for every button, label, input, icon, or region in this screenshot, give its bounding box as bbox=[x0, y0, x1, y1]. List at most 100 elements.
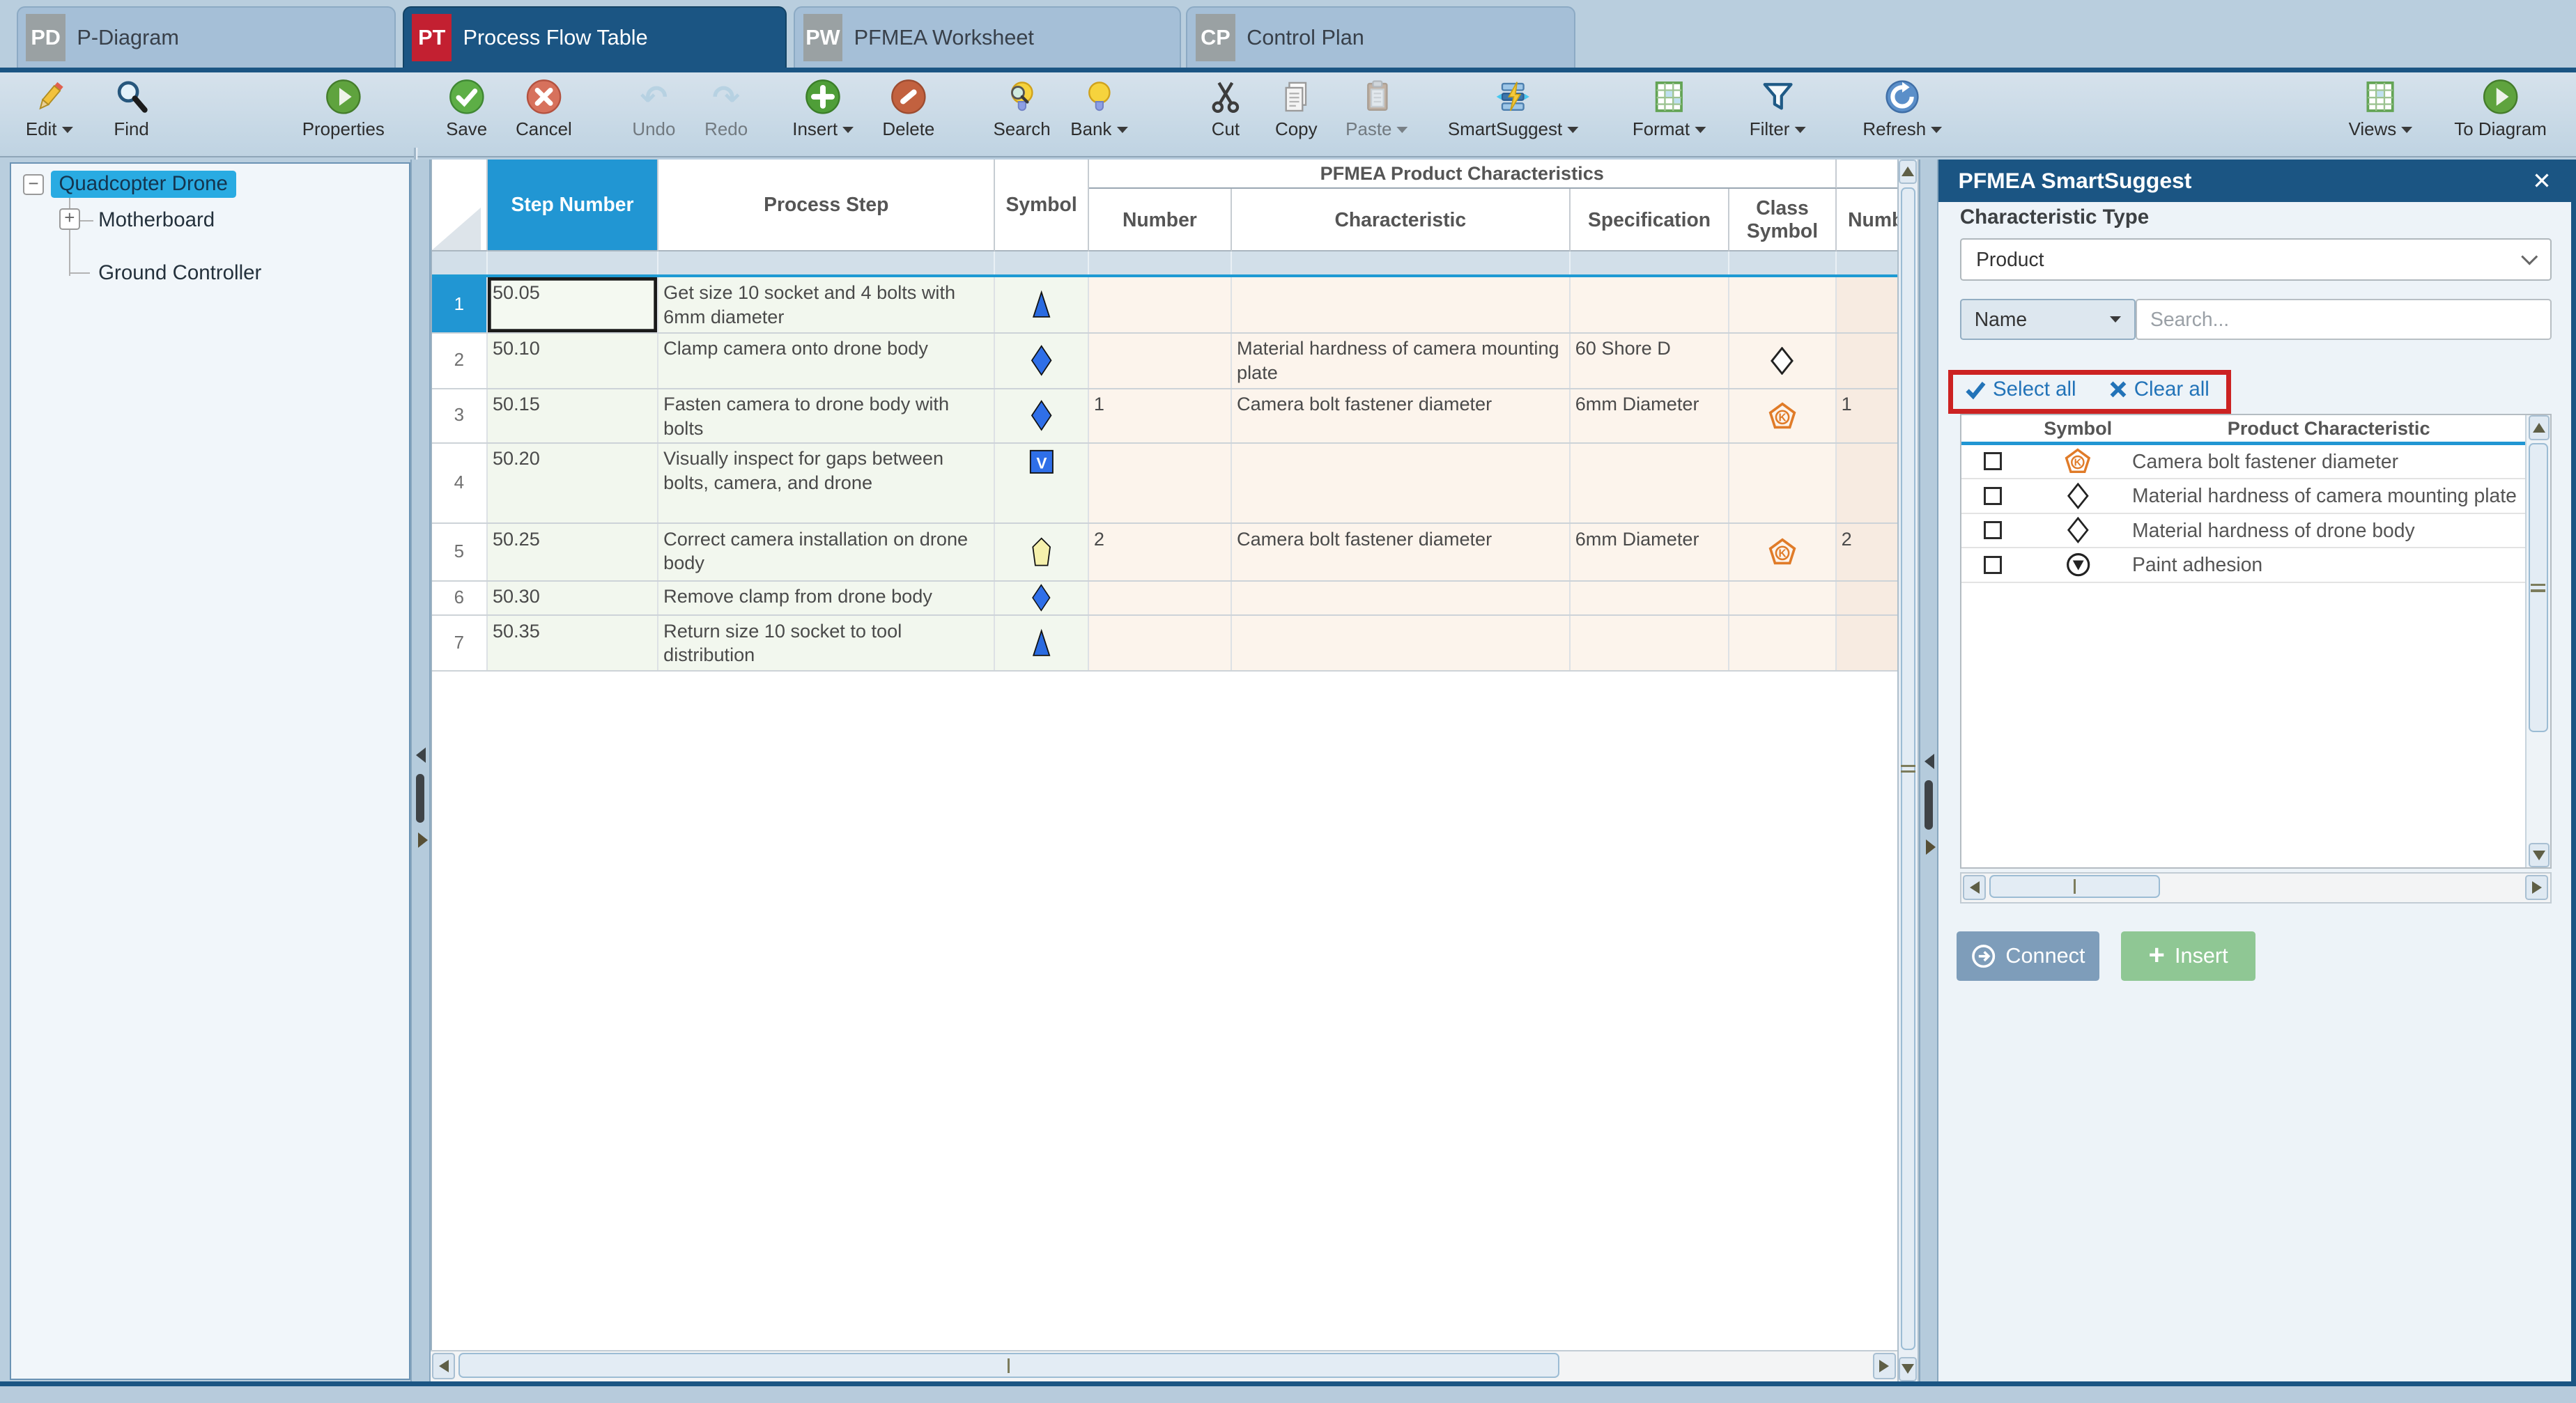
tab-p-diagram[interactable]: PD P-Diagram bbox=[17, 6, 396, 67]
cell-step-number[interactable]: 50.15 bbox=[488, 389, 658, 442]
tree-item-motherboard[interactable]: Motherboard bbox=[90, 207, 223, 234]
column-header-process-step[interactable]: Process Step bbox=[658, 160, 995, 251]
left-splitter[interactable] bbox=[410, 160, 430, 1381]
column-header-symbol[interactable]: Symbol bbox=[995, 160, 1088, 251]
splitter-drag-handle[interactable] bbox=[1925, 780, 1933, 830]
row-number[interactable]: 2 bbox=[432, 334, 488, 388]
scroll-left-button[interactable] bbox=[432, 1353, 455, 1379]
cell-number[interactable]: 1 bbox=[1089, 389, 1232, 442]
scroll-right-button[interactable] bbox=[1873, 1353, 1896, 1379]
save-button[interactable]: Save bbox=[439, 77, 495, 140]
cell-specification[interactable] bbox=[1571, 616, 1730, 670]
grid-vertical-scrollbar[interactable] bbox=[1897, 160, 1919, 1381]
cell-number[interactable]: 2 bbox=[1089, 524, 1232, 580]
cell-symbol[interactable] bbox=[995, 334, 1088, 388]
refresh-button[interactable]: Refresh bbox=[1862, 77, 1942, 140]
to-diagram-button[interactable]: To Diagram bbox=[2454, 77, 2547, 140]
row-number[interactable]: 3 bbox=[432, 389, 488, 442]
cell-class-symbol[interactable] bbox=[1729, 616, 1836, 670]
cell-specification[interactable]: 60 Shore D bbox=[1571, 334, 1730, 388]
insert-characteristic-button[interactable]: + Insert bbox=[2121, 931, 2255, 981]
cell-step-number[interactable]: 50.25 bbox=[488, 524, 658, 580]
insert-button[interactable]: Insert bbox=[792, 77, 854, 140]
edit-button[interactable]: Edit bbox=[22, 77, 77, 140]
row-number[interactable]: 4 bbox=[432, 444, 488, 523]
cancel-button[interactable]: Cancel bbox=[516, 77, 572, 140]
cell-process-step[interactable]: Clamp camera onto drone body bbox=[658, 334, 995, 388]
table-row[interactable]: 2 50.10 Clamp camera onto drone body Mat… bbox=[432, 334, 1898, 389]
collapse-left-icon[interactable] bbox=[416, 747, 426, 763]
scroll-up-button[interactable] bbox=[1899, 160, 1917, 184]
cell-process-step[interactable]: Visually inspect for gaps between bolts,… bbox=[658, 444, 995, 523]
column-header-characteristic[interactable]: Characteristic bbox=[1232, 189, 1571, 251]
cell-step-number[interactable]: 50.05 bbox=[488, 277, 658, 332]
scroll-down-button[interactable] bbox=[2529, 843, 2550, 867]
splitter-drag-handle[interactable] bbox=[416, 774, 424, 823]
grid-corner-cell[interactable] bbox=[432, 160, 488, 251]
row-number[interactable]: 6 bbox=[432, 582, 488, 615]
grid-filter-row[interactable] bbox=[432, 251, 1898, 274]
bank-button[interactable]: Bank bbox=[1070, 77, 1127, 140]
checkbox[interactable] bbox=[1984, 556, 2002, 574]
cell-step-number[interactable]: 50.30 bbox=[488, 582, 658, 615]
clear-all-button[interactable]: Clear all bbox=[2109, 378, 2209, 401]
tab-pfmea-worksheet[interactable]: PW PFMEA Worksheet bbox=[794, 6, 1181, 67]
cell-number[interactable] bbox=[1089, 277, 1232, 332]
cell-number-2[interactable]: 2 bbox=[1837, 524, 1898, 580]
row-number[interactable]: 7 bbox=[432, 616, 488, 670]
column-header-number[interactable]: Number bbox=[1089, 189, 1232, 251]
cell-process-step[interactable]: Correct camera installation on drone bod… bbox=[658, 524, 995, 580]
filter-button[interactable]: Filter bbox=[1750, 77, 1806, 140]
collapse-right-icon[interactable] bbox=[418, 832, 428, 848]
cell-symbol[interactable] bbox=[995, 389, 1088, 442]
scroll-down-button[interactable] bbox=[1899, 1357, 1917, 1381]
list-item[interactable]: Material hardness of camera mounting pla… bbox=[1961, 479, 2525, 514]
symbol-column-header[interactable]: Symbol bbox=[2023, 417, 2132, 440]
checkbox[interactable] bbox=[1984, 521, 2002, 539]
cell-number-2[interactable] bbox=[1837, 277, 1898, 332]
filter-field-dropdown[interactable]: Name bbox=[1960, 299, 2136, 340]
find-button[interactable]: Find bbox=[104, 77, 160, 140]
scroll-up-button[interactable] bbox=[2529, 415, 2550, 440]
list-horizontal-scrollbar[interactable] bbox=[1960, 872, 2552, 904]
cell-characteristic[interactable] bbox=[1232, 582, 1571, 615]
table-row[interactable]: 7 50.35 Return size 10 socket to tool di… bbox=[432, 616, 1898, 672]
table-row[interactable]: 5 50.25 Correct camera installation on d… bbox=[432, 524, 1898, 582]
paste-button[interactable]: Paste bbox=[1345, 77, 1407, 140]
scrollbar-thumb[interactable] bbox=[1989, 875, 2160, 898]
search-button[interactable]: Search bbox=[993, 77, 1050, 140]
expand-icon[interactable]: + bbox=[59, 208, 81, 230]
list-vertical-scrollbar[interactable] bbox=[2525, 415, 2550, 867]
cell-step-number[interactable]: 50.35 bbox=[488, 616, 658, 670]
cell-specification[interactable] bbox=[1571, 444, 1730, 523]
cell-number-2[interactable]: 1 bbox=[1837, 389, 1898, 442]
select-all-button[interactable]: Select all bbox=[1965, 378, 2076, 401]
row-number[interactable]: 1 bbox=[432, 277, 488, 332]
cell-process-step[interactable]: Remove clamp from drone body bbox=[658, 582, 995, 615]
cell-characteristic[interactable] bbox=[1232, 444, 1571, 523]
redo-button[interactable]: ↷ Redo bbox=[698, 77, 754, 140]
properties-button[interactable]: Properties bbox=[302, 77, 385, 140]
cell-class-symbol[interactable] bbox=[1729, 582, 1836, 615]
list-item[interactable]: K Camera bolt fastener diameter bbox=[1961, 445, 2525, 480]
list-item[interactable]: Material hardness of drone body bbox=[1961, 514, 2525, 549]
cell-characteristic[interactable] bbox=[1232, 277, 1571, 332]
search-input[interactable] bbox=[2136, 299, 2552, 340]
tab-control-plan[interactable]: CP Control Plan bbox=[1186, 6, 1575, 67]
tree-item-ground-controller[interactable]: Ground Controller bbox=[90, 259, 270, 286]
table-row[interactable]: 6 50.30 Remove clamp from drone body bbox=[432, 582, 1898, 617]
cell-class-symbol[interactable]: K bbox=[1729, 524, 1836, 580]
cell-specification[interactable] bbox=[1571, 277, 1730, 332]
cell-number[interactable] bbox=[1089, 582, 1232, 615]
cell-class-symbol[interactable] bbox=[1729, 444, 1836, 523]
cell-characteristic[interactable]: Camera bolt fastener diameter bbox=[1232, 524, 1571, 580]
scrollbar-thumb[interactable] bbox=[1901, 187, 1915, 1350]
cell-specification[interactable]: 6mm Diameter bbox=[1571, 524, 1730, 580]
collapse-icon[interactable]: − bbox=[23, 174, 45, 196]
column-header-specification[interactable]: Specification bbox=[1571, 189, 1730, 251]
grid-horizontal-scrollbar[interactable] bbox=[431, 1350, 1898, 1381]
cell-symbol[interactable] bbox=[995, 616, 1088, 670]
list-item[interactable]: Paint adhesion bbox=[1961, 548, 2525, 583]
cell-number-2[interactable] bbox=[1837, 444, 1898, 523]
cell-specification[interactable] bbox=[1571, 582, 1730, 615]
